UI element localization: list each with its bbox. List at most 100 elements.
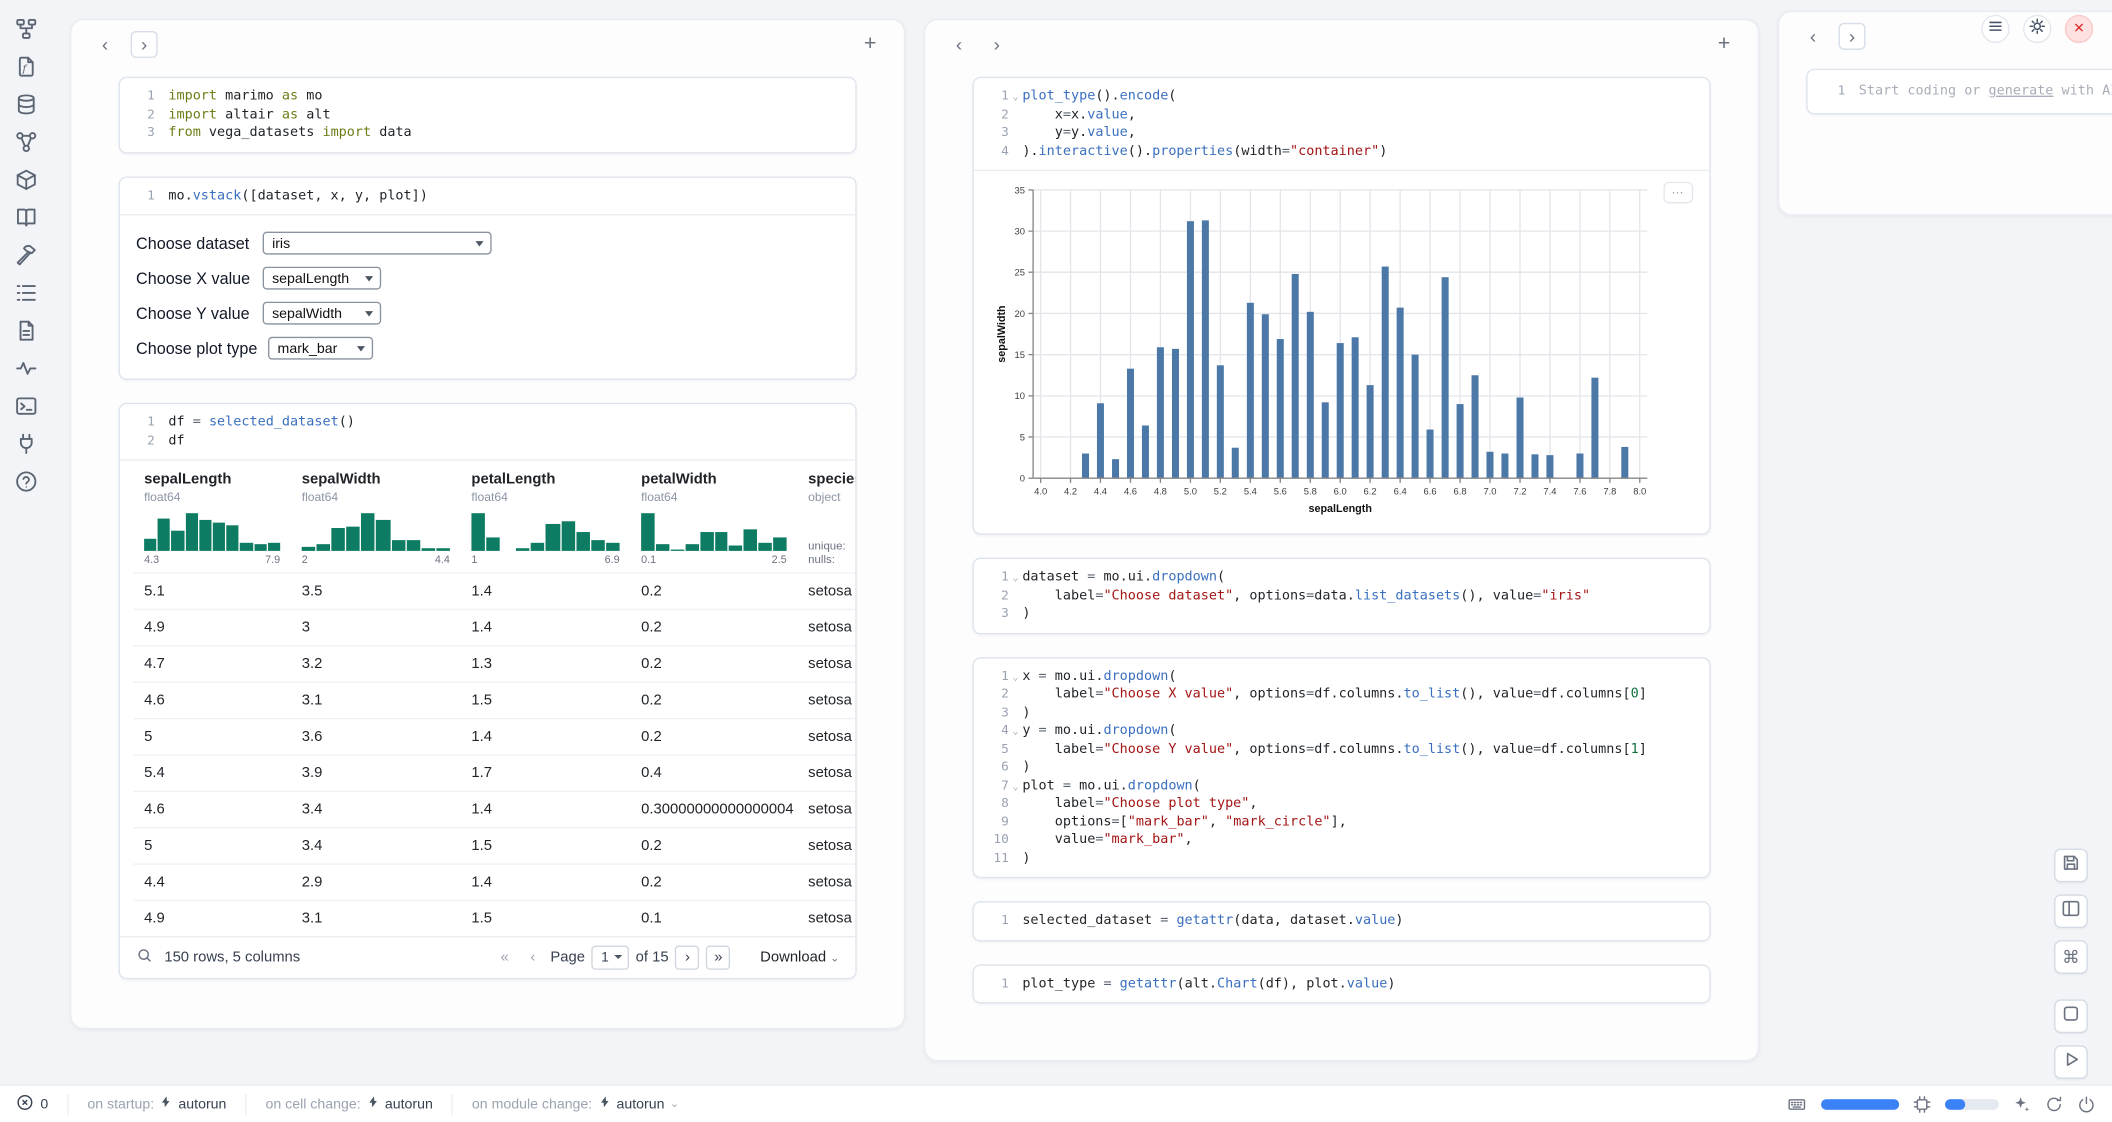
last-page-button[interactable]: » [706,946,730,970]
menu-button[interactable] [1981,15,2009,43]
generate-with-ai-link[interactable]: generate [1989,84,2054,99]
code-line[interactable]: mo.vstack([dataset, x, y, plot]) [168,187,841,205]
table-row[interactable]: 4.931.40.2setosa [133,609,855,645]
on-startup-setting[interactable]: on startup: autorun [67,1093,245,1115]
code-editor[interactable]: 1⌄x = mo.ui.dropdown(2 label="Choose X v… [974,658,1709,877]
code-line[interactable]: df [168,432,841,450]
code-line[interactable]: ).interactive().properties(width="contai… [1022,142,1695,160]
tracing-icon[interactable] [13,356,39,382]
code-line[interactable]: plot_type().encode( [1022,88,1695,106]
run-button[interactable] [2054,1045,2088,1079]
code-line[interactable]: import altair as alt [168,106,841,124]
code-line[interactable]: plot_type = getattr(alt.Chart(df), plot.… [1022,975,1695,993]
code-line[interactable]: label="Choose X value", options=df.colum… [1022,686,1695,704]
code-editor[interactable]: 1df = selected_dataset()2df [120,404,855,459]
code-editor[interactable]: 1⌄plot_type().encode(2 x=x.value,3 y=y.v… [974,78,1709,170]
packages-icon[interactable] [13,167,39,193]
fold-toggle-icon[interactable]: ⌄ [1009,667,1022,685]
y-value-select[interactable]: sepalWidth [263,302,382,325]
scratchpad-input[interactable]: Start coding or generate with AI [1859,82,2112,100]
integrations-icon[interactable] [13,431,39,457]
column-header[interactable]: sepalWidthfloat64 [291,461,461,507]
fold-toggle-icon[interactable]: ⌄ [1009,722,1022,740]
code-line[interactable]: import marimo as mo [168,88,841,106]
code-line[interactable]: y = mo.ui.dropdown( [1022,722,1695,740]
datasets-icon[interactable] [13,92,39,118]
sparkles-icon[interactable] [2012,1094,2031,1113]
cpu-icon[interactable] [1913,1094,1932,1113]
fold-toggle-icon[interactable]: ⌄ [1009,568,1022,586]
code-line[interactable]: dataset = mo.ui.dropdown( [1022,568,1695,586]
column-header[interactable]: petalWidthfloat64 [630,461,797,507]
code-line[interactable]: ) [1022,849,1695,867]
code-editor[interactable]: 1mo.vstack([dataset, x, y, plot]) [120,177,855,214]
first-page-button[interactable]: « [494,947,516,969]
next-page-button[interactable]: › [675,946,699,970]
code-editor[interactable]: 1plot_type = getattr(alt.Chart(df), plot… [974,965,1709,1002]
prev-page-button[interactable]: ‹ [522,947,544,969]
dataset-select[interactable]: iris [263,232,492,255]
documentation-icon[interactable] [13,205,39,231]
errors-indicator[interactable]: 0 [16,1093,67,1115]
code-line[interactable]: selected_dataset = getattr(data, dataset… [1022,912,1695,930]
search-icon[interactable] [136,947,154,969]
console-icon[interactable] [13,393,39,419]
column-prev-button[interactable]: ‹ [1801,24,1825,48]
settings-button[interactable] [2023,15,2051,43]
column-next-button[interactable]: › [1839,23,1866,50]
code-line[interactable]: df = selected_dataset() [168,414,841,432]
chart-actions-button[interactable]: ⋯ [1663,182,1693,204]
fold-toggle-icon[interactable]: ⌄ [1009,88,1022,106]
column-next-button[interactable]: › [131,31,158,58]
table-row[interactable]: 53.61.40.2setosa [133,719,855,755]
code-line[interactable]: x = mo.ui.dropdown( [1022,667,1695,685]
code-editor[interactable]: 1import marimo as mo2import altair as al… [120,78,855,151]
code-line[interactable]: from vega_datasets import data [168,124,841,142]
outline-icon[interactable] [13,280,39,306]
code-line[interactable]: label="Choose Y value", options=df.colum… [1022,740,1695,758]
close-panel-button[interactable] [2065,15,2093,43]
code-line[interactable]: y=y.value, [1022,124,1695,142]
snippets-icon[interactable] [13,318,39,344]
table-row[interactable]: 4.42.91.40.2setosa [133,864,855,900]
table-row[interactable]: 5.43.91.70.4setosa [133,755,855,791]
shutdown-icon[interactable] [2077,1094,2096,1113]
table-row[interactable]: 4.93.11.50.1setosa [133,900,855,936]
dependencies-icon[interactable] [13,129,39,155]
on-module-change-setting[interactable]: on module change: autorun ⌄ [452,1093,698,1115]
code-editor[interactable]: 1selected_dataset = getattr(data, datase… [974,902,1709,939]
column-header[interactable]: speciesobject [797,461,855,507]
help-icon[interactable] [13,469,39,495]
tools-icon[interactable] [13,242,39,268]
column-prev-button[interactable]: ‹ [947,32,971,56]
add-cell-button[interactable]: + [858,32,882,56]
table-row[interactable]: 5.13.51.40.2setosa [133,573,855,609]
code-line[interactable]: ) [1022,758,1695,776]
table-row[interactable]: 4.73.21.30.2setosa [133,646,855,682]
code-line[interactable]: ) [1022,704,1695,722]
files-icon[interactable]: f [13,54,39,80]
download-button[interactable]: Download⌄ [760,950,839,966]
table-row[interactable]: 4.63.41.40.30000000000000004setosa [133,791,855,827]
altair-bar-chart[interactable]: 4.04.24.44.64.85.05.25.45.65.86.06.26.46… [993,182,1653,521]
column-next-button[interactable]: › [985,32,1009,56]
plot-type-select[interactable]: mark_bar [268,337,373,360]
code-line[interactable]: label="Choose dataset", options=data.lis… [1022,587,1695,605]
code-line[interactable]: value="mark_bar", [1022,831,1695,849]
table-row[interactable]: 53.41.50.2setosa [133,828,855,864]
column-prev-button[interactable]: ‹ [93,32,117,56]
column-header[interactable]: sepalLengthfloat64 [133,461,291,507]
console-toggle-button[interactable] [2054,999,2088,1033]
code-line[interactable]: label="Choose plot type", [1022,795,1695,813]
page-select[interactable]: 1 [592,946,629,970]
layout-toggle-button[interactable] [2054,894,2088,928]
fold-toggle-icon[interactable]: ⌄ [1009,777,1022,795]
save-button[interactable] [2054,849,2088,883]
on-cell-change-setting[interactable]: on cell change: autorun [245,1093,451,1115]
column-header[interactable]: petalLengthfloat64 [461,461,631,507]
keyboard-icon[interactable] [1786,1094,1808,1113]
code-line[interactable]: plot = mo.ui.dropdown( [1022,777,1695,795]
add-cell-button[interactable]: + [1712,32,1736,56]
code-line[interactable]: ) [1022,605,1695,623]
toc-icon[interactable] [13,16,39,42]
